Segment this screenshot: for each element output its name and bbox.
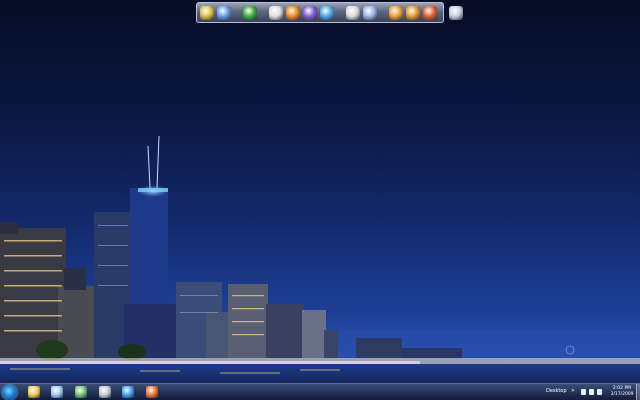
start-button[interactable]: [2, 385, 17, 400]
camera-icon[interactable]: [346, 5, 360, 20]
display-icon[interactable]: [320, 5, 334, 20]
desktop[interactable]: Desktop » 2:02 PM 3/17/2009: [0, 0, 640, 400]
tools-icon[interactable]: [406, 5, 420, 20]
clock-date: 3/17/2009: [610, 391, 634, 397]
drive-icon[interactable]: [99, 386, 111, 398]
clapperboard-icon[interactable]: [269, 5, 283, 20]
show-desktop-button[interactable]: [636, 384, 640, 400]
network-tool-icon[interactable]: [200, 5, 214, 20]
system-clock[interactable]: 2:02 PM 3/17/2009: [608, 386, 636, 397]
vlc-cone-icon[interactable]: [286, 5, 300, 20]
internet-explorer-icon[interactable]: [122, 386, 134, 398]
tray-overflow-chevron-icon[interactable]: »: [571, 387, 575, 394]
taskbar: Desktop » 2:02 PM 3/17/2009: [0, 383, 640, 400]
network-icon[interactable]: [589, 389, 594, 395]
firefox-icon[interactable]: [423, 5, 437, 20]
diamond-icon[interactable]: [363, 5, 377, 20]
media-icon[interactable]: [75, 386, 87, 398]
recycle-bin-icon[interactable]: [449, 5, 463, 20]
firefox-taskbar-icon[interactable]: [146, 386, 158, 398]
windows-explorer-icon[interactable]: [28, 386, 40, 398]
flag-icon[interactable]: [581, 389, 586, 395]
monitor-icon[interactable]: [217, 5, 231, 20]
green-orb-icon[interactable]: [243, 5, 257, 20]
top-dock-toolbar: [196, 2, 463, 23]
document-icon[interactable]: [51, 386, 63, 398]
wallpaper-chicago-skyline: [0, 135, 640, 400]
cat-icon[interactable]: [389, 5, 403, 20]
volume-icon[interactable]: [597, 389, 602, 395]
desktop-toolbar-label[interactable]: Desktop: [546, 388, 567, 394]
media-player-icon[interactable]: [303, 5, 317, 20]
